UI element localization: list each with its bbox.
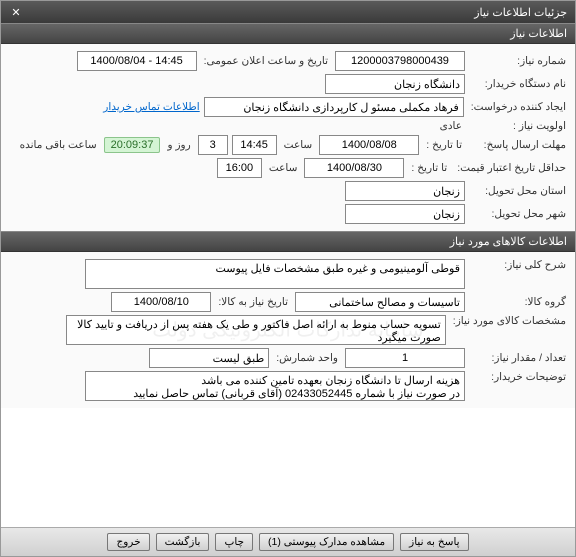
announce-input[interactable] — [77, 51, 197, 71]
window: جزئیات اطلاعات نیاز ✕ اطلاعات نیاز شماره… — [0, 0, 576, 557]
priority-value: عادی — [437, 120, 465, 132]
row-spec: مشخصات کالای مورد نیاز: — [7, 315, 569, 345]
row-desc: شرح کلی نیاز: — [7, 259, 569, 289]
city-input[interactable] — [345, 204, 465, 224]
need-number-label: شماره نیاز: — [469, 55, 569, 67]
group-input[interactable] — [295, 292, 465, 312]
unit-label: واحد شمارش: — [273, 352, 341, 364]
window-title: جزئیات اطلاعات نیاز — [474, 6, 567, 19]
announce-label: تاریخ و ساعت اعلان عمومی: — [201, 55, 331, 67]
row-priority: اولویت نیاز : عادی — [7, 120, 569, 132]
desc-label: شرح کلی نیاز: — [469, 259, 569, 271]
need-info-form: شماره نیاز: تاریخ و ساعت اعلان عمومی: نا… — [1, 44, 575, 231]
attachments-button[interactable]: مشاهده مدارک پیوستی (1) — [259, 533, 394, 551]
to-date-label-2: تا تاریخ : — [408, 162, 450, 174]
province-label: استان محل تحویل: — [469, 185, 569, 197]
spec-label: مشخصات کالای مورد نیاز: — [450, 315, 569, 327]
row-validity: حداقل تاریخ اعتبار قیمت: تا تاریخ : ساعت — [7, 158, 569, 178]
requester-label: ایجاد کننده درخواست: — [468, 101, 569, 113]
buyer-contact-link[interactable]: اطلاعات تماس خریدار — [103, 101, 199, 113]
row-buyer: نام دستگاه خریدار: — [7, 74, 569, 94]
need-number-input[interactable] — [335, 51, 465, 71]
titlebar: جزئیات اطلاعات نیاز ✕ — [1, 1, 575, 23]
goods-info-form: شرح کلی نیاز: گروه کالا: تاریخ نیاز به ک… — [1, 252, 575, 408]
countdown-timer: 20:09:37 — [104, 137, 161, 153]
time-label-2: ساعت — [266, 162, 301, 174]
time-label-1: ساعت — [281, 139, 316, 151]
buyer-input[interactable] — [325, 74, 465, 94]
notes-textarea[interactable] — [85, 371, 465, 401]
row-province: استان محل تحویل: — [7, 181, 569, 201]
remaining-label: ساعت باقی مانده — [17, 139, 100, 151]
notes-label: توضیحات خریدار: — [469, 371, 569, 383]
validity-label: حداقل تاریخ اعتبار قیمت: — [454, 162, 569, 174]
row-requester: ایجاد کننده درخواست: اطلاعات تماس خریدار — [7, 97, 569, 117]
city-label: شهر محل تحویل: — [469, 208, 569, 220]
deadline-time-input[interactable] — [232, 135, 277, 155]
respond-button[interactable]: پاسخ به نیاز — [400, 533, 468, 551]
back-button[interactable]: بازگشت — [156, 533, 210, 551]
to-date-label-1: تا تاریخ : — [423, 139, 465, 151]
buyer-label: نام دستگاه خریدار: — [469, 78, 569, 90]
days-input[interactable] — [198, 135, 228, 155]
deadline-date-input[interactable] — [319, 135, 419, 155]
need-date-label: تاریخ نیاز به کالا: — [215, 296, 291, 308]
requester-input[interactable] — [204, 97, 464, 117]
need-date-input[interactable] — [111, 292, 211, 312]
close-icon[interactable]: ✕ — [9, 5, 23, 19]
row-city: شهر محل تحویل: — [7, 204, 569, 224]
row-deadline: مهلت ارسال پاسخ: تا تاریخ : ساعت روز و 2… — [7, 135, 569, 155]
group-label: گروه کالا: — [469, 296, 569, 308]
validity-date-input[interactable] — [304, 158, 404, 178]
exit-button[interactable]: خروج — [107, 533, 149, 551]
section-header-goods-info: اطلاعات کالاهای مورد نیاز — [1, 231, 575, 252]
priority-label: اولویت نیاز : — [469, 120, 569, 132]
validity-time-input[interactable] — [217, 158, 262, 178]
spec-textarea[interactable] — [66, 315, 446, 345]
row-group: گروه کالا: تاریخ نیاز به کالا: — [7, 292, 569, 312]
footer-toolbar: پاسخ به نیاز مشاهده مدارک پیوستی (1) چاپ… — [1, 527, 575, 556]
row-qty: تعداد / مقدار نیاز: واحد شمارش: — [7, 348, 569, 368]
province-input[interactable] — [345, 181, 465, 201]
days-label: روز و — [164, 139, 193, 151]
section-header-need-info: اطلاعات نیاز — [1, 23, 575, 44]
row-notes: توضیحات خریدار: — [7, 371, 569, 401]
print-button[interactable]: چاپ — [215, 533, 253, 551]
unit-input[interactable] — [149, 348, 269, 368]
desc-textarea[interactable] — [85, 259, 465, 289]
row-need-number: شماره نیاز: تاریخ و ساعت اعلان عمومی: — [7, 51, 569, 71]
qty-input[interactable] — [345, 348, 465, 368]
deadline-label: مهلت ارسال پاسخ: — [469, 139, 569, 151]
qty-label: تعداد / مقدار نیاز: — [469, 352, 569, 364]
